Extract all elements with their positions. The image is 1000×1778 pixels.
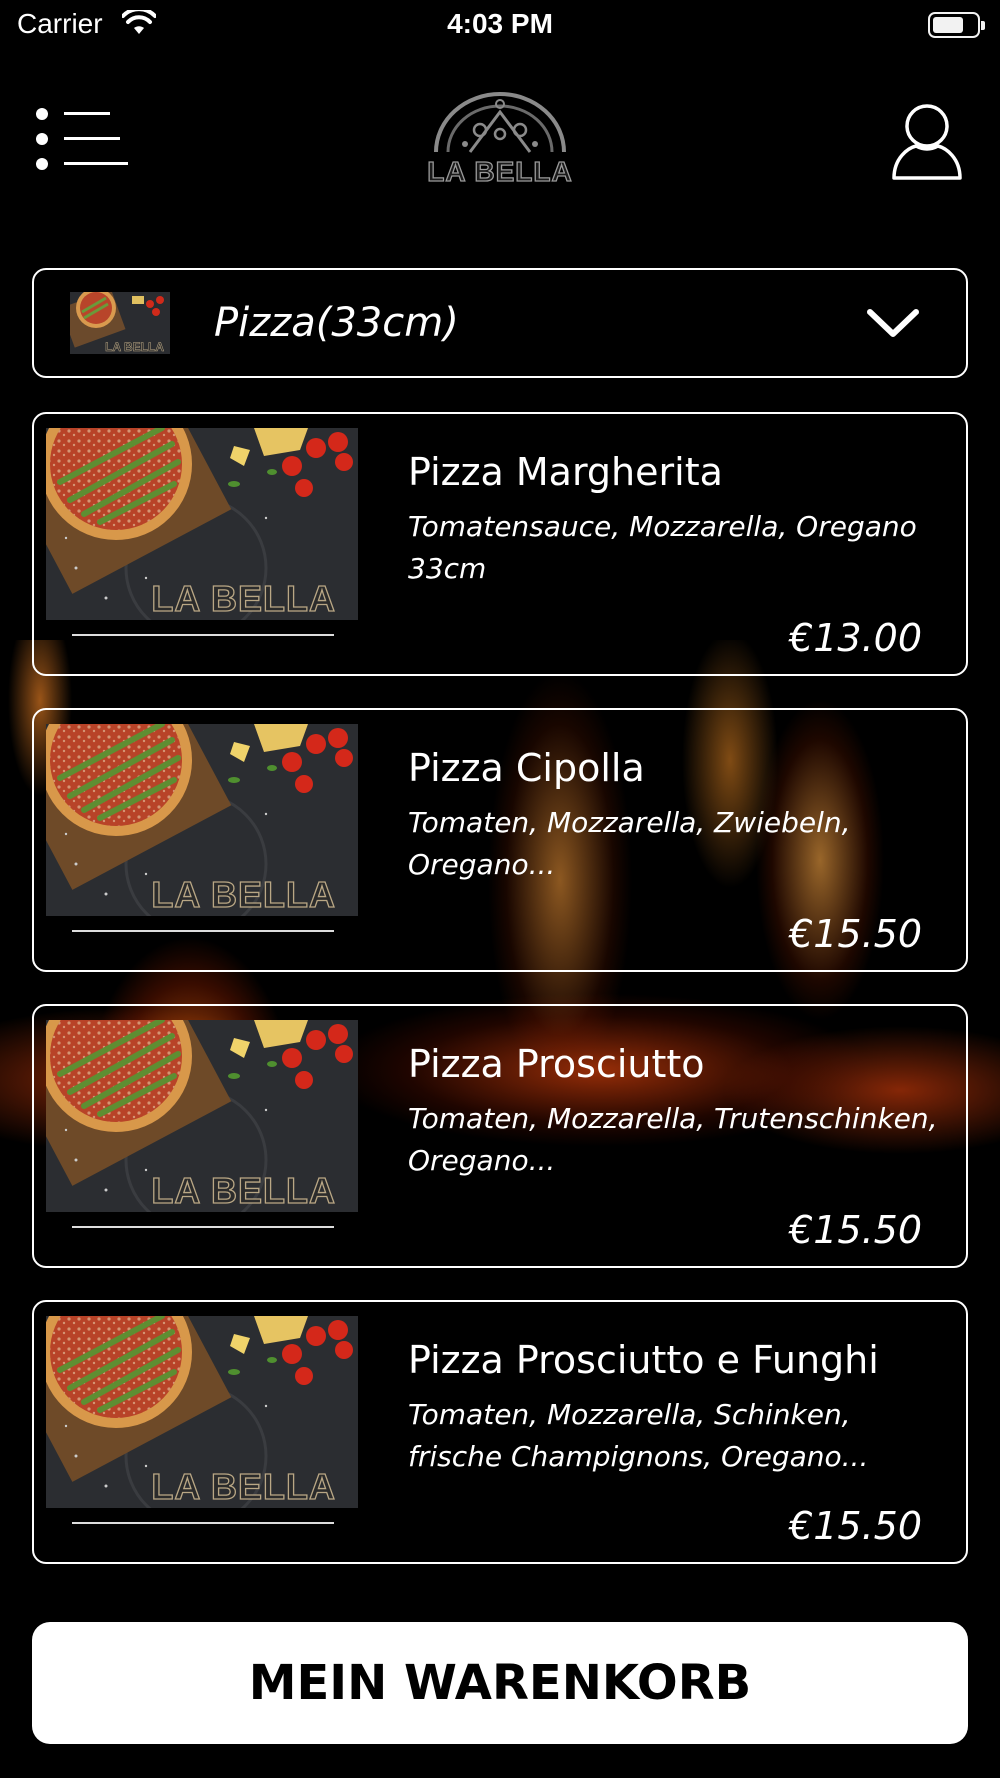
product-image-brand: LA BELLA	[151, 1169, 336, 1211]
product-name: Pizza Prosciutto	[408, 1042, 705, 1086]
cart-button[interactable]: MEIN WARENKORB	[32, 1622, 968, 1744]
status-bar: Carrier 4:03 PM	[0, 0, 1000, 50]
product-price: €15.50	[789, 912, 922, 956]
product-name: Pizza Cipolla	[408, 746, 645, 790]
product-description: Tomaten, Mozzarella, Trutenschinken, Ore…	[408, 1102, 938, 1177]
image-underline	[72, 634, 334, 636]
product-description: Tomaten, Mozzarella, Zwiebeln, Oregano..…	[408, 806, 851, 881]
product-image: LA BELLA	[46, 1020, 358, 1212]
product-image: LA BELLA	[46, 428, 358, 620]
product-description: Tomaten, Mozzarella, Schinken, frische C…	[408, 1398, 869, 1473]
product-price: €13.00	[789, 616, 922, 660]
image-underline	[72, 1522, 334, 1524]
category-thumb-brand: LA BELLA	[105, 340, 164, 354]
logo-text: LA BELLA	[427, 155, 573, 187]
product-card-2[interactable]: LA BELLA Pizza Cipolla Tomaten, Mozzarel…	[32, 708, 968, 972]
product-card-3[interactable]: LA BELLA Pizza Prosciutto Tomaten, Mozza…	[32, 1004, 968, 1268]
category-thumbnail: LA BELLA	[70, 292, 170, 354]
product-image-brand: LA BELLA	[151, 1465, 336, 1507]
battery-icon	[928, 12, 985, 38]
product-card-4[interactable]: LA BELLA Pizza Prosciutto e Funghi Tomat…	[32, 1300, 968, 1564]
product-image: LA BELLA	[46, 1316, 358, 1508]
product-description: Tomatensauce, Mozzarella, Oregano 33cm	[408, 510, 917, 585]
image-underline	[72, 930, 334, 932]
product-card-1[interactable]: LA BELLA Pizza Margherita Tomatensauce, …	[32, 412, 968, 676]
product-name: Pizza Margherita	[408, 450, 723, 494]
category-selected-label: Pizza(33cm)	[214, 300, 459, 346]
product-price: €15.50	[789, 1208, 922, 1252]
product-image-brand: LA BELLA	[151, 873, 336, 915]
product-image: LA BELLA	[46, 724, 358, 916]
menu-button[interactable]	[36, 106, 128, 172]
clock: 4:03 PM	[447, 8, 553, 39]
user-profile-icon	[892, 104, 962, 180]
category-dropdown[interactable]: LA BELLA Pizza(33cm)	[32, 268, 968, 378]
app-logo: LA BELLA	[420, 90, 580, 190]
chevron-down-icon[interactable]	[866, 302, 920, 346]
product-name: Pizza Prosciutto e Funghi	[408, 1338, 879, 1382]
product-price: €15.50	[789, 1504, 922, 1548]
product-image-brand: LA BELLA	[151, 577, 336, 619]
profile-button[interactable]	[890, 102, 964, 182]
image-underline	[72, 1226, 334, 1228]
pizza-logo-icon	[434, 92, 566, 153]
